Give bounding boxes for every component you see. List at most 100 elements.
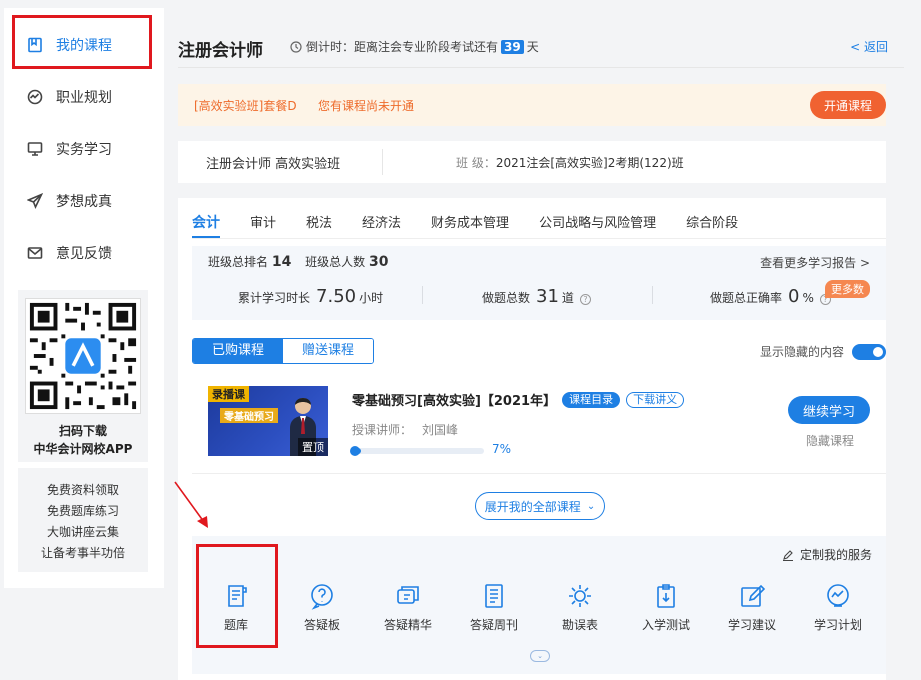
class-rank: 班级总排名 14 班级总人数 30: [208, 253, 398, 270]
open-course-button[interactable]: 开通课程: [810, 91, 886, 119]
study-value: 7.50: [316, 286, 357, 307]
progress-percent: 7%: [492, 442, 512, 456]
edit-icon: [782, 549, 793, 561]
course-filter: 已购课程 赠送课程: [192, 338, 374, 364]
sidebar-item-dream[interactable]: 梦想成真: [4, 178, 164, 224]
study-unit: 小时: [359, 291, 384, 305]
stat-accuracy: 做题总正确率 0 % ?: [710, 286, 831, 307]
tab-financial-cost[interactable]: 财务成本管理: [431, 208, 509, 238]
course-thumbnail[interactable]: 录播课 零基础预习 置顶: [208, 386, 328, 456]
tab-comprehensive[interactable]: 综合阶段: [686, 208, 738, 238]
service-errata[interactable]: 勘误表: [548, 582, 612, 633]
pin-top-label[interactable]: 置顶: [298, 438, 328, 456]
notice-bar: [高效实验班]套餐D 您有课程尚未开通 开通课程: [178, 84, 886, 126]
back-link[interactable]: < 返回: [850, 38, 888, 55]
course-progress-bar: [350, 446, 484, 456]
subject-tabs: 会计 审计 税法 经济法 财务成本管理 公司战略与风险管理 综合阶段: [192, 208, 768, 238]
sidebar: 我的课程 职业规划 实务学习 梦想成真 意见反馈 扫码下载 中华会计网校APP …: [4, 8, 164, 588]
service-label: 勘误表: [561, 618, 598, 632]
service-label: 答疑板: [303, 618, 340, 632]
exam-countdown: 倒计时：距离注会专业阶段考试还有 39 天: [290, 38, 539, 55]
recorded-badge: 录播课: [208, 386, 249, 402]
class-name: 注册会计师 高效实验班: [206, 157, 341, 172]
teacher-name: 刘国峰: [422, 423, 459, 437]
show-hidden-label: 显示隐藏的内容: [759, 345, 844, 359]
link-efficiency[interactable]: 让备考事半功倍: [18, 543, 148, 564]
monitor-icon: [26, 140, 44, 158]
course-catalog-button[interactable]: 课程目录: [562, 391, 621, 408]
expand-label: 展开我的全部课程: [484, 499, 581, 514]
questions-unit: 道: [561, 291, 574, 305]
paper-plane-icon: [26, 192, 44, 210]
stats-row: 累计学习时长 7.50 小时 做题总数 31 道 ? 做题总正确率 0 % ?: [192, 282, 886, 312]
countdown-prefix: 倒计时：距离注会专业阶段考试还有: [306, 40, 499, 54]
study-label: 累计学习时长: [238, 291, 311, 305]
link-free-questions[interactable]: 免费题库练习: [18, 501, 148, 522]
clock-icon: [290, 40, 302, 53]
rank-label: 班级总排名: [208, 255, 269, 269]
qa-essence-icon: [394, 582, 422, 610]
tab-accounting[interactable]: 会计: [192, 208, 220, 238]
highlight-box-my-courses: [12, 15, 152, 69]
service-study-advice[interactable]: 学习建议: [720, 582, 784, 633]
class-label-group: 班 级：2021注会[高效实验]2考期(122)班: [456, 154, 684, 171]
help-icon[interactable]: ?: [579, 294, 591, 305]
qr-app-name: 中华会计网校APP: [33, 442, 133, 456]
sidebar-item-label: 意见反馈: [56, 246, 112, 262]
tabs-divider: [192, 238, 886, 239]
tab-gifted-courses[interactable]: 赠送课程: [283, 339, 373, 363]
divider: [652, 286, 653, 304]
show-hidden-control: 显示隐藏的内容: [760, 343, 886, 360]
thumb-title: 零基础预习: [220, 408, 278, 423]
service-label: 答疑精华: [383, 618, 432, 632]
service-question-board[interactable]: 答疑板: [290, 582, 354, 633]
study-plan-icon: [824, 582, 852, 610]
expand-all-courses-button[interactable]: 展开我的全部课程 ⌄: [475, 492, 605, 520]
service-qa-essence[interactable]: 答疑精华: [376, 582, 440, 633]
service-label: 入学测试: [641, 618, 690, 632]
qr-code: [25, 298, 141, 414]
course-panel: 会计 审计 税法 经济法 财务成本管理 公司战略与风险管理 综合阶段 班级总排名…: [178, 198, 886, 680]
course-teacher: 授课讲师： 刘国峰: [352, 421, 458, 438]
question-board-icon: [308, 582, 336, 610]
service-weekly[interactable]: 答疑周刊: [462, 582, 526, 633]
download-handout-button[interactable]: 下载讲义: [626, 391, 685, 408]
continue-study-button[interactable]: 继续学习: [788, 396, 870, 424]
course-title[interactable]: 零基础预习[高效实验]【2021年】: [352, 390, 556, 409]
countdown-suffix: 天: [526, 40, 539, 54]
collapse-services-icon[interactable]: ⌄: [530, 650, 550, 662]
tab-audit[interactable]: 审计: [250, 208, 276, 238]
page-title: 注册会计师: [178, 41, 263, 61]
tab-economic-law[interactable]: 经济法: [362, 208, 401, 238]
chevron-down-icon: ⌄: [586, 500, 596, 512]
teacher-label: 授课讲师：: [352, 423, 413, 437]
notice-message: 您有课程尚未开通: [318, 99, 415, 113]
more-data-badge[interactable]: 更多数: [825, 280, 870, 298]
mail-icon: [26, 244, 44, 262]
hide-course-link[interactable]: 隐藏课程: [806, 432, 854, 449]
service-label: 答疑周刊: [469, 618, 518, 632]
service-entrance-test[interactable]: 入学测试: [634, 582, 698, 633]
countdown-days: 39: [501, 39, 524, 54]
study-stats: 班级总排名 14 班级总人数 30 查看更多学习报告 > 累计学习时长 7.50…: [192, 246, 886, 320]
tab-tax[interactable]: 税法: [306, 208, 332, 238]
customize-label: 定制我的服务: [799, 548, 872, 562]
sidebar-item-feedback[interactable]: 意见反馈: [4, 230, 164, 276]
tab-bought-courses[interactable]: 已购课程: [193, 339, 283, 363]
questions-label: 做题总数: [482, 291, 531, 305]
class-info: 注册会计师 高效实验班 班 级：2021注会[高效实验]2考期(122)班: [178, 141, 886, 183]
more-report-link[interactable]: 查看更多学习报告 >: [760, 254, 870, 271]
sidebar-item-practice[interactable]: 实务学习: [4, 126, 164, 172]
link-free-materials[interactable]: 免费资料领取: [18, 480, 148, 501]
tab-strategy-risk[interactable]: 公司战略与风险管理: [539, 208, 656, 238]
rank-value: 14: [271, 254, 292, 270]
show-hidden-toggle[interactable]: [852, 343, 886, 360]
sidebar-item-career[interactable]: 职业规划: [4, 74, 164, 120]
customize-services-link[interactable]: 定制我的服务: [782, 546, 872, 563]
class-label: 班 级：: [456, 156, 496, 170]
sidebar-item-label: 梦想成真: [56, 194, 112, 210]
service-study-plan[interactable]: 学习计划: [806, 582, 870, 633]
link-lectures[interactable]: 大咖讲座云集: [18, 522, 148, 543]
course-item: 录播课 零基础预习 置顶 零基础预习[高效实验]【2021年】 课程目录 下载讲…: [192, 374, 886, 474]
qr-code-image: [26, 299, 140, 413]
